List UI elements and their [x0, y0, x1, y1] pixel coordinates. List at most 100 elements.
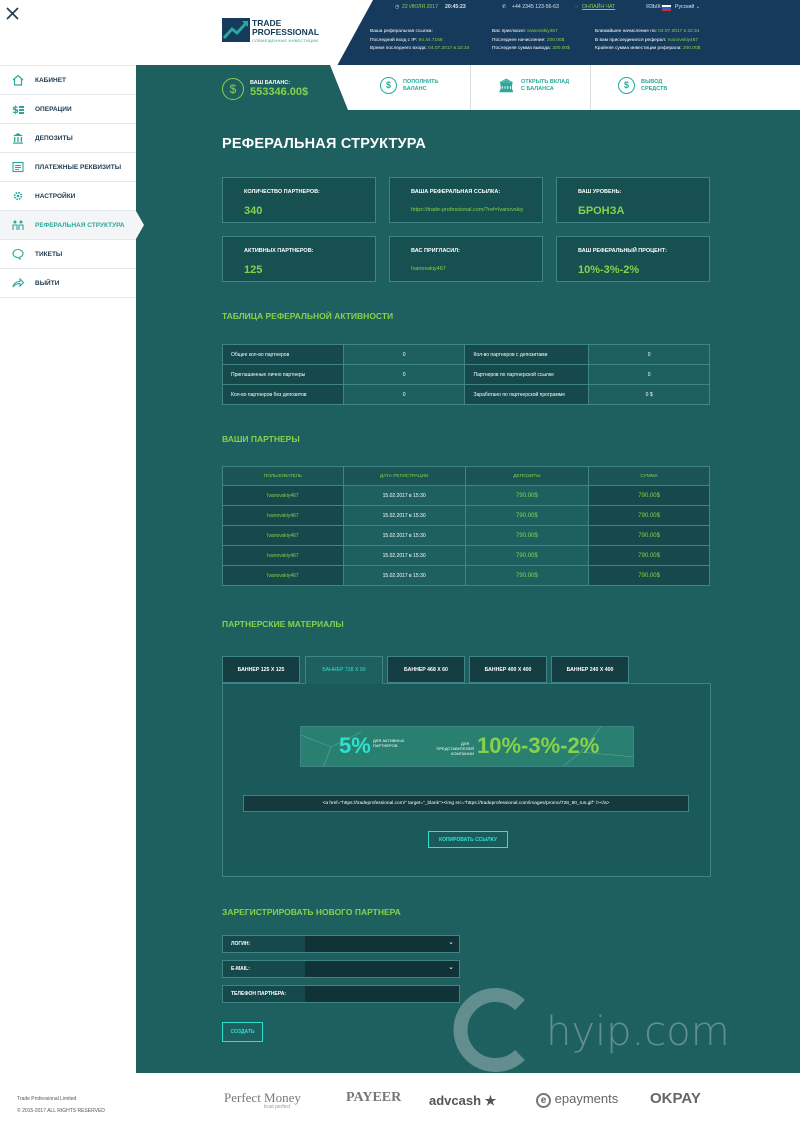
text-cell: 790.00$: [464, 485, 590, 506]
tab-banner-240[interactable]: БАННЕР 240 X 400: [551, 656, 629, 683]
info-label: Ближайшее начисление по:: [595, 29, 657, 34]
sidebar-item-payment-details[interactable]: ПЛАТЕЖНЫЕ РЕКВИЗИТЫ: [0, 153, 136, 182]
text-cell: 15.02.2017 в 15:30: [342, 565, 466, 586]
sidebar-item-settings[interactable]: НАСТРОЙКИ: [0, 182, 136, 211]
sidebar-item-tickets[interactable]: ТИКЕТЫ: [0, 240, 136, 269]
partners-title: ВАШИ ПАРТНЕРЫ: [222, 434, 300, 444]
info-value: 94.44.7158: [418, 37, 443, 43]
sidebar-item-label: ВЫЙТИ: [35, 279, 60, 287]
chevron-down-icon: ⌄: [448, 939, 454, 946]
advcash-logo: advcash ★: [429, 1093, 496, 1109]
login-input[interactable]: ⌄: [305, 936, 459, 952]
info-value: Ivanovskiy467: [667, 37, 699, 43]
text-cell: 15.02.2017 в 15:30: [342, 505, 466, 526]
partners-table: ПОЛЬЗОВАТЕЛЬ ДАТА РЕГИСТРАЦИИ ДЕПОЗИТЫ СУМ…: [222, 466, 710, 586]
text-cell: advcash: [429, 1093, 482, 1108]
withdraw-button[interactable]: $ ВЫВОД СРЕДСТВ: [618, 77, 667, 94]
table-row: Общее кол-во партнеров 0 Кол-во партнеров…: [222, 344, 710, 365]
tab-banner-468[interactable]: БАННЕР 468 X 60: [387, 656, 465, 683]
sidebar-item-cabinet[interactable]: КАБИНЕТ: [0, 66, 136, 95]
online-chat-link[interactable]: ОНЛАЙН ЧАТ: [582, 4, 615, 10]
copy-link-button[interactable]: КОПИРОВАТЬ ССЫЛКУ: [428, 831, 508, 848]
text-cell: Ivanovskiy467: [222, 505, 344, 526]
table-row: Ivanovskiy467 15.02.2017 в 15:30 790.00$ 79…: [222, 505, 710, 526]
info-label: В вам присоединился реферал:: [595, 37, 667, 43]
home-icon: [11, 73, 25, 87]
top-bar: TRADE PROFESSIONAL СОВМЕЩЕННЫЕ ИНВЕСТИЦИ…: [136, 0, 800, 65]
payments-footer: Perfect Money trust perfect PAYEER advca…: [136, 1073, 800, 1133]
embed-code-field[interactable]: <a href="https://tradeprofessional.com/"…: [243, 795, 689, 812]
close-icon[interactable]: [6, 7, 19, 20]
table-row: Ivanovskiy467 15.02.2017 в 15:30 790.00$ 79…: [222, 545, 710, 566]
exit-icon: [11, 276, 25, 290]
table-row: Приглашенные лично партнеры 0 Партнеров п…: [222, 364, 710, 385]
referral-icon: [11, 218, 25, 232]
table-cell: Кол-во партнеров с депозитами: [464, 344, 590, 365]
watermark-logo-icon: [453, 988, 525, 1072]
deposit-balance-button[interactable]: $ ПОПОЛНИТЬ БАЛАНС: [380, 77, 438, 94]
card-label: ВАШ РЕФЕРАЛЬНЫЙ ПРОЦЕНТ:: [578, 248, 667, 254]
sidebar-footer: Trade Professional Limited © 2015-2017 A…: [17, 1093, 105, 1117]
table-row: Ivanovskiy467 15.02.2017 в 15:30 790.00$ 79…: [222, 525, 710, 546]
table-row: Ivanovskiy467 15.02.2017 в 15:30 790.00$ 79…: [222, 485, 710, 506]
info-label: Вас пригласил:: [492, 29, 526, 34]
action-bar: $ ВАШ БАЛАНС: 553346.00$ $ ПОПОЛНИТЬ БАЛА…: [136, 65, 800, 120]
bank-icon: [11, 131, 25, 145]
logo[interactable]: TRADE PROFESSIONAL СОВМЕЩЕННЫЕ ИНВЕСТИЦИ…: [136, 0, 373, 65]
action-label: БАЛАНС: [403, 85, 427, 92]
stat-card-ref-link: ВАША РЕФЕРАЛЬНАЯ ССЫЛКА: https://trade-pr…: [389, 177, 543, 223]
sidebar-item-referral-structure[interactable]: РЕФЕРАЛЬНАЯ СТРУКТУРА: [0, 211, 144, 240]
text-cell: 15.02.2017 в 15:30: [342, 525, 466, 546]
text-cell: Ivanovskiy467: [222, 485, 344, 506]
sidebar-item-deposits[interactable]: ДЕПОЗИТЫ: [0, 124, 136, 153]
action-label: ВЫВОД: [641, 78, 663, 85]
sidebar-item-logout[interactable]: ВЫЙТИ: [0, 269, 136, 298]
action-label: ПОПОЛНИТЬ: [403, 78, 439, 85]
email-input[interactable]: ⌄: [305, 961, 459, 977]
sidebar-item-label: КАБИНЕТ: [35, 76, 67, 84]
card-label: ВАС ПРИГЛАСИЛ:: [411, 248, 460, 254]
materials-title: ПАРТНЕРСКИЕ МАТЕРИАЛЫ: [222, 619, 344, 629]
sidebar-item-label: НАСТРОЙКИ: [35, 192, 76, 200]
info-value: Ivanovskiy467: [527, 29, 558, 34]
text-cell: epayments: [554, 1091, 619, 1106]
info-label: Время последнего входа:: [370, 46, 427, 51]
table-row: Кол-во партнеров без депозитов 0 Заработа…: [222, 384, 710, 405]
login-field: ЛОГИН: ⌄: [222, 935, 460, 953]
okpay-logo: OKPAY: [650, 1090, 701, 1107]
sidebar-item-operations[interactable]: $ ОПЕРАЦИИ: [0, 95, 136, 124]
dollar-coin-icon: $: [222, 78, 244, 100]
sidebar-item-label: ТИКЕТЫ: [35, 250, 63, 258]
logo-subtitle: СОВМЕЩЕННЫЕ ИНВЕСТИЦИИ: [252, 38, 319, 43]
table-cell: 0: [342, 384, 466, 405]
phone-field: ТЕЛЕФОН ПАРТНЕРА:: [222, 985, 460, 1003]
info-value: 200.00$: [546, 37, 565, 43]
create-button[interactable]: СОЗДАТЬ: [222, 1022, 263, 1042]
document-icon: [11, 160, 25, 174]
activity-title: ТАБЛИЦА РЕФЕРАЛЬНОЙ АКТИВНОСТИ: [222, 311, 394, 321]
phone-icon: ✆: [502, 4, 507, 10]
tab-banner-728[interactable]: БАННЕР 728 X 90: [305, 656, 383, 684]
card-value[interactable]: https://trade-professional.com/?ref=Ivan…: [411, 207, 523, 213]
table-cell: 0 $: [588, 384, 710, 405]
phone-label: ТЕЛЕФОН ПАРТНЕРА:: [223, 986, 305, 1002]
coins-icon: $: [11, 102, 25, 116]
phone-number[interactable]: +44 2345 123-56-63: [512, 4, 559, 10]
language-label: ЯЗЫК:: [646, 4, 662, 10]
card-label: ВАША РЕФЕРАЛЬНАЯ ССЫЛКА:: [411, 189, 501, 195]
sidebar-nav: КАБИНЕТ $ ОПЕРАЦИИ ДЕПОЗИТЫ ПЛАТЕЖНЫЕ РЕ…: [0, 65, 144, 298]
text-cell: Ivanovskiy467: [222, 565, 344, 586]
footer-rights: © 2015-2017 ALL RIGHTS RESERVED: [17, 1108, 105, 1114]
tab-banner-400[interactable]: БАННЕР 400 X 400: [469, 656, 547, 683]
info-label: Ваша реферальная ссылка:: [370, 29, 433, 34]
table-cell: Приглашенные лично партнеры: [222, 364, 344, 385]
gear-icon: [11, 189, 25, 203]
balance-value: 553346.00$: [250, 86, 309, 98]
language-select[interactable]: Русский ⌄: [675, 4, 700, 10]
info-value: 04.07.2017 в 22:34: [658, 29, 700, 34]
table-cell: 0: [588, 364, 710, 385]
phone-input[interactable]: [305, 986, 459, 1002]
tab-banner-125[interactable]: БАННЕР 125 X 125: [222, 656, 300, 683]
open-deposit-button[interactable]: 🏛 ОТКРЫТЬ ВКЛАД С БАЛАНСА: [498, 77, 569, 94]
card-label: АКТИВНЫХ ПАРТНЕРОВ:: [244, 248, 314, 254]
